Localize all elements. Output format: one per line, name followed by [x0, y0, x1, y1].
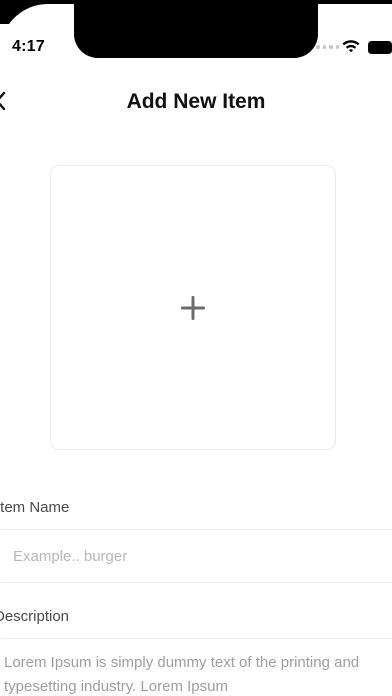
wifi-icon	[342, 40, 360, 53]
description-input[interactable]: Lorem Ipsum is simply dummy text of the …	[0, 638, 392, 696]
battery-icon	[368, 41, 392, 54]
description-label: Description	[0, 608, 70, 625]
item-name-input[interactable]: Example.. burger	[0, 529, 392, 583]
item-name-placeholder: Example.. burger	[13, 548, 128, 565]
status-time: 4:17	[12, 38, 45, 55]
description-text: Lorem Ipsum is simply dummy text of the …	[4, 654, 360, 695]
add-image-button[interactable]	[50, 165, 336, 450]
device-notch	[74, 0, 318, 58]
add-item-screen: 4:17 Add New Item Item Name Example.. bu…	[0, 0, 392, 696]
item-name-label: Item Name	[0, 499, 70, 516]
page-title: Add New Item	[126, 90, 266, 113]
cellular-signal-icon	[316, 45, 339, 49]
plus-icon	[181, 296, 205, 320]
